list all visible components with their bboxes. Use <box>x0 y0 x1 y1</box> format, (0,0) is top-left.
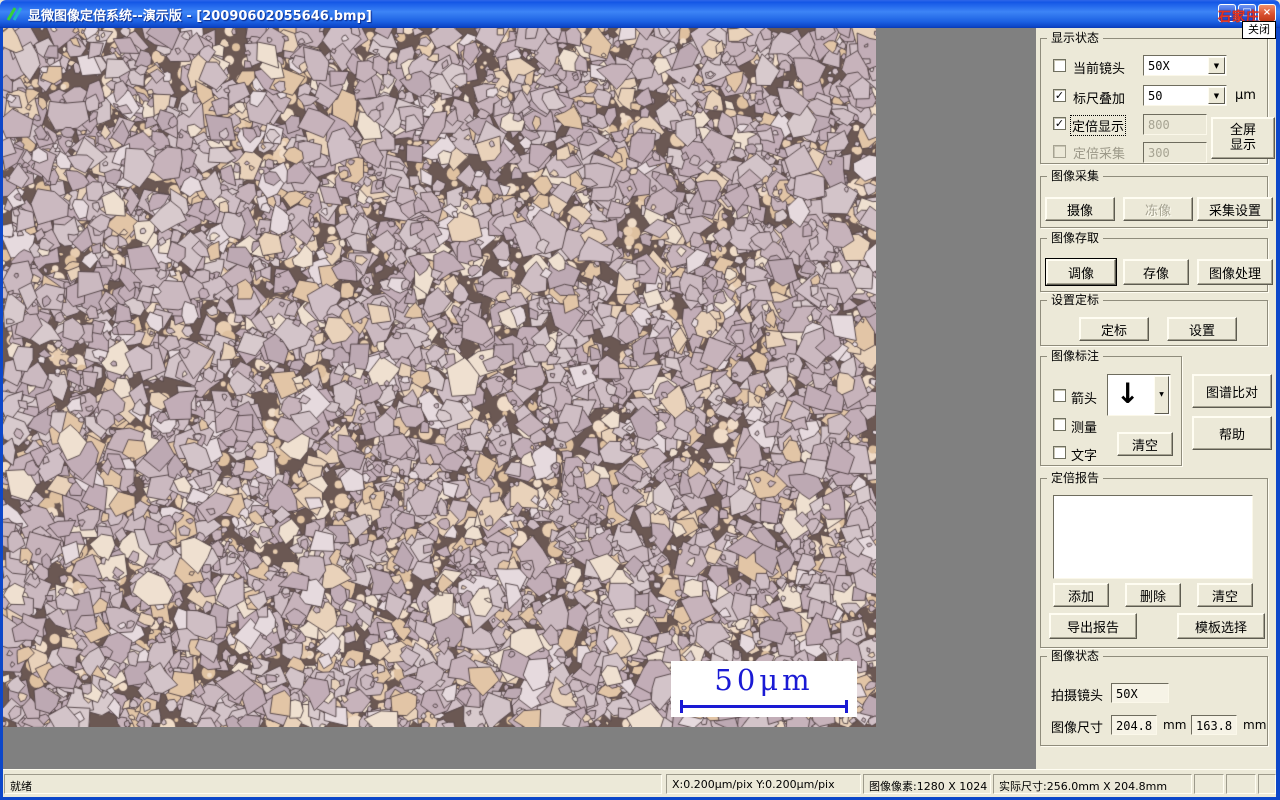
group-image-status-title: 图像状态 <box>1047 649 1104 663</box>
checkbox-fixed-capture <box>1053 145 1066 158</box>
shoot-button[interactable]: 摄像 <box>1045 197 1115 221</box>
ruler-value-combo[interactable]: 50 ▼ <box>1143 85 1227 106</box>
status-spare-1 <box>1194 774 1224 794</box>
fixed-display-input: 800 <box>1143 114 1207 135</box>
micrograph-image[interactable] <box>3 28 876 727</box>
image-viewport[interactable]: 50μm <box>3 28 1036 769</box>
status-spare-2 <box>1226 774 1256 794</box>
scale-bar-text: 50μm <box>714 663 814 697</box>
group-set-calibration: 设置定标 定标 设置 <box>1040 293 1268 346</box>
group-image-status: 图像状态 拍摄镜头 50X 图像尺寸 204.8 mm 163.8 mm <box>1040 649 1268 746</box>
chevron-down-icon[interactable]: ▼ <box>1208 87 1225 104</box>
scale-bar: 50μm <box>671 661 857 717</box>
label-measure: 测量 <box>1071 421 1098 436</box>
label-height-unit: mm <box>1243 718 1267 732</box>
check-icon: ✓ <box>1054 89 1065 102</box>
label-text: 文字 <box>1071 449 1098 464</box>
export-report-button[interactable]: 导出报告 <box>1049 613 1137 639</box>
checkbox-text[interactable] <box>1053 446 1066 459</box>
checkbox-ruler-overlay[interactable]: ✓ <box>1053 89 1066 102</box>
label-image-size: 图像尺寸 <box>1051 721 1104 736</box>
fixed-capture-input: 300 <box>1143 142 1207 163</box>
status-pixels: 图像像素:1280 X 1024 <box>863 774 991 794</box>
fullscreen-button[interactable]: 全屏 显示 <box>1211 117 1275 159</box>
checkbox-arrow[interactable] <box>1053 389 1066 402</box>
close-tooltip: 关闭 <box>1242 21 1276 39</box>
title-bar: 显微图像定倍系统--演示版 - [20090602055646.bmp] — □… <box>0 0 1280 28</box>
current-lens-combo[interactable]: 50X ▼ <box>1143 55 1227 76</box>
ruler-value: 50 <box>1148 89 1163 103</box>
template-select-button[interactable]: 模板选择 <box>1177 613 1265 639</box>
label-current-lens: 当前镜头 <box>1073 62 1126 77</box>
status-actual-size: 实际尺寸:256.0mm X 204.8mm <box>993 774 1192 794</box>
atlas-compare-button[interactable]: 图谱比对 <box>1192 374 1272 408</box>
window-border-right <box>1276 28 1280 800</box>
load-image-button[interactable]: 调像 <box>1046 259 1116 285</box>
group-image-capture-title: 图像采集 <box>1047 169 1104 183</box>
close-button[interactable]: × <box>1258 4 1276 22</box>
check-icon: ✓ <box>1054 117 1065 130</box>
label-width-unit: mm <box>1163 718 1187 732</box>
app-icon <box>6 5 24 23</box>
app-window: 显微图像定倍系统--演示版 - [20090602055646.bmp] — □… <box>0 0 1280 800</box>
checkbox-current-lens[interactable] <box>1053 59 1066 72</box>
label-ruler-unit: μm <box>1235 88 1256 103</box>
label-fixed-display: 定倍显示 <box>1070 115 1127 136</box>
status-spare-3 <box>1258 774 1276 794</box>
delete-button[interactable]: 删除 <box>1125 583 1181 607</box>
label-fixed-capture: 定倍采集 <box>1073 147 1126 162</box>
label-arrow: 箭头 <box>1071 392 1098 407</box>
status-resolution: X:0.200μm/pix Y:0.200μm/pix <box>666 774 861 794</box>
control-panel: 显示状态 当前镜头 50X ▼ ✓ 标尺叠加 50 ▼ μm ✓ 定倍显示 80… <box>1036 28 1276 769</box>
statusbar: 就绪 X:0.200μm/pix Y:0.200μm/pix 图像像素:1280… <box>3 769 1276 797</box>
scale-bar-line <box>680 700 848 713</box>
label-ruler-overlay: 标尺叠加 <box>1073 92 1126 107</box>
group-display-status: 显示状态 当前镜头 50X ▼ ✓ 标尺叠加 50 ▼ μm ✓ 定倍显示 80… <box>1040 31 1275 164</box>
window-title: 显微图像定倍系统--演示版 - [20090602055646.bmp] <box>28 9 372 24</box>
clear-annotation-button[interactable]: 清空 <box>1117 432 1173 456</box>
group-set-calibration-title: 设置定标 <box>1047 293 1104 307</box>
help-button[interactable]: 帮助 <box>1192 416 1272 450</box>
label-shoot-lens: 拍摄镜头 <box>1051 689 1104 704</box>
group-image-storage: 图像存取 调像 存像 图像处理 <box>1040 231 1273 292</box>
group-annotation-title: 图像标注 <box>1047 349 1104 363</box>
current-lens-value: 50X <box>1148 59 1170 73</box>
group-display-status-title: 显示状态 <box>1047 31 1104 45</box>
checkbox-fixed-display[interactable]: ✓ <box>1053 117 1066 130</box>
chevron-down-icon[interactable]: ▼ <box>1208 57 1225 74</box>
group-image-capture: 图像采集 摄像 冻像 采集设置 <box>1040 169 1273 228</box>
report-listbox[interactable] <box>1053 495 1253 579</box>
group-report-title: 定倍报告 <box>1047 471 1104 485</box>
checkbox-measure[interactable] <box>1053 418 1066 431</box>
height-value-field: 163.8 <box>1191 715 1237 735</box>
lens-value-field: 50X <box>1111 683 1169 703</box>
settings-button[interactable]: 设置 <box>1167 317 1237 341</box>
image-process-button[interactable]: 图像处理 <box>1197 259 1273 285</box>
freeze-button: 冻像 <box>1123 197 1193 221</box>
add-button[interactable]: 添加 <box>1053 583 1109 607</box>
chevron-down-icon[interactable]: ▼ <box>1154 376 1169 414</box>
group-report: 定倍报告 添加 删除 清空 导出报告 模板选择 <box>1040 471 1268 648</box>
group-annotation: 图像标注 箭头 测量 文字 ↓ ▼ 清空 <box>1040 349 1182 466</box>
status-ready: 就绪 <box>4 774 662 794</box>
clear-report-button[interactable]: 清空 <box>1197 583 1253 607</box>
capture-settings-button[interactable]: 采集设置 <box>1197 197 1273 221</box>
calibrate-button[interactable]: 定标 <box>1079 317 1149 341</box>
arrow-down-icon: ↓ <box>1116 377 1140 410</box>
close-icon: × <box>1262 7 1272 18</box>
save-image-button[interactable]: 存像 <box>1123 259 1189 285</box>
width-value-field: 204.8 <box>1111 715 1157 735</box>
arrow-style-dropdown[interactable]: ↓ ▼ <box>1107 374 1171 416</box>
group-image-storage-title: 图像存取 <box>1047 231 1104 245</box>
